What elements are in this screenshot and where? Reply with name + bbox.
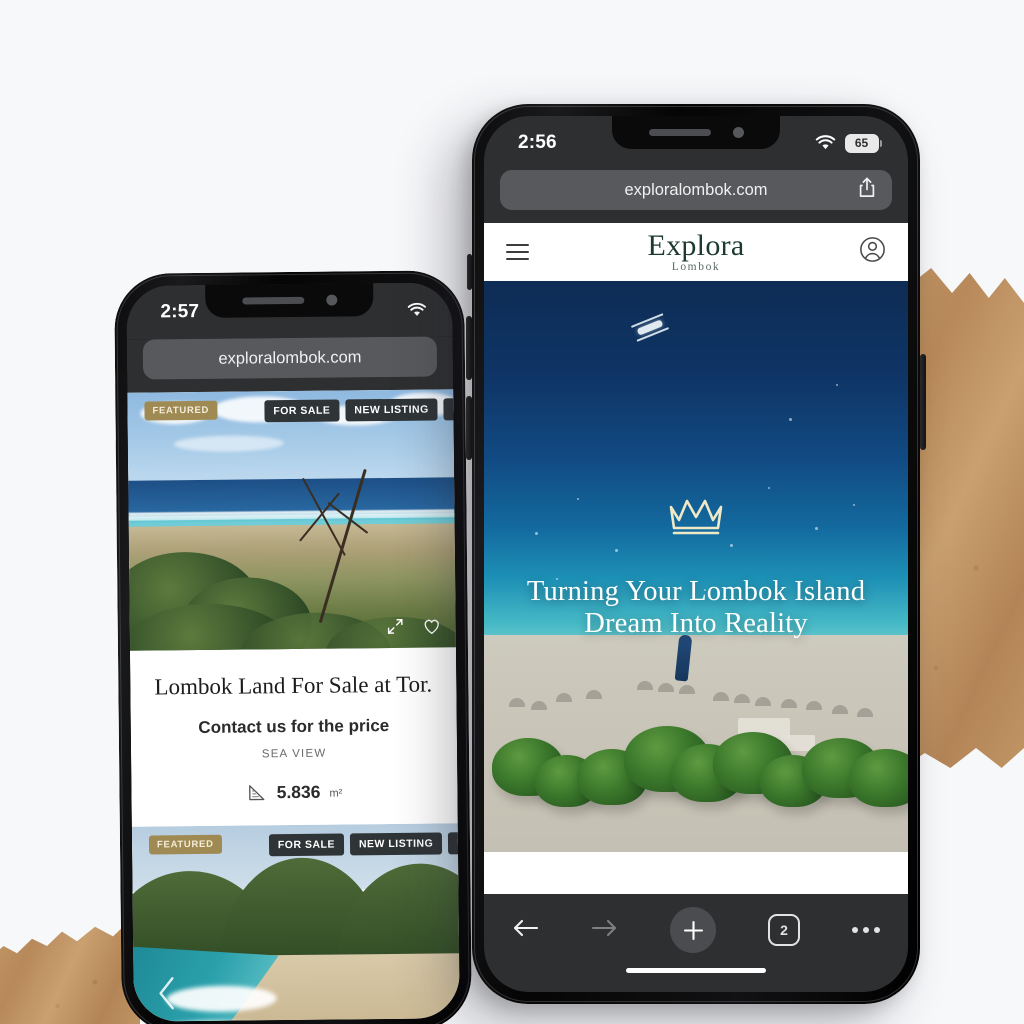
heart-icon[interactable] [422, 616, 442, 635]
listing-price: Contact us for the price [198, 715, 390, 737]
tag-new-listing: NEW LISTING [350, 832, 443, 855]
account-circle-icon [860, 237, 885, 262]
brand-name: Explora [647, 228, 745, 262]
front-phone-screen: 2:56 65 exploralombok.com Explora Lombok… [484, 116, 908, 992]
tag-for-sale: FOR SALE [264, 400, 339, 423]
back-address-bar[interactable]: exploralombok.com [143, 336, 437, 379]
listing-card[interactable]: FEATURED FOR SALE NEW LISTING HOT O [127, 389, 458, 826]
browser-back-button[interactable] [512, 917, 539, 944]
tag-new-listing: NEW LISTING [345, 398, 438, 421]
back-phone-device: 2:57 exploralombok.com FEATURED FOR SALE… [114, 270, 472, 1024]
crown-icon [666, 493, 726, 542]
front-notch [612, 116, 780, 149]
arrow-right-icon [591, 919, 617, 936]
more-options-button[interactable] [852, 927, 880, 933]
coastal-landscape-photo [127, 389, 456, 650]
tabs-count: 2 [780, 922, 788, 938]
volume-up-button[interactable] [111, 439, 117, 497]
tabs-button[interactable]: 2 [768, 914, 800, 946]
tag-hot-offer: HOT O [448, 832, 460, 855]
listing-card[interactable]: FEATURED FOR SALE NEW LISTING HOT O [132, 823, 460, 1021]
back-browser-urlbar-wrap: exploralombok.com [127, 336, 454, 392]
listing-image[interactable]: FEATURED FOR SALE NEW LISTING HOT O [132, 823, 460, 1021]
front-camera [326, 295, 337, 306]
carousel-prev-button[interactable] [153, 973, 179, 1018]
plus-icon [683, 920, 703, 940]
battery-level-text: 65 [854, 136, 869, 150]
hamburger-menu-icon[interactable] [506, 244, 529, 260]
volume-up-button[interactable] [466, 316, 472, 380]
back-status-time: 2:57 [160, 300, 200, 323]
new-tab-button[interactable] [670, 907, 716, 953]
brand-logo[interactable]: Explora Lombok [647, 228, 745, 274]
wifi-icon [815, 135, 835, 150]
listing-tag-row: FOR SALE NEW LISTING HOT O [264, 398, 456, 422]
more-dot [863, 927, 869, 933]
listing-tag-row: FOR SALE NEW LISTING HOT O [269, 832, 460, 856]
listing-image[interactable]: FEATURED FOR SALE NEW LISTING HOT O [127, 389, 456, 650]
front-phone-device: 2:56 65 exploralombok.com Explora Lombok… [466, 104, 926, 1004]
listing-details: Lombok Land For Sale at Tor. Contact us … [130, 647, 458, 826]
mute-switch[interactable] [467, 254, 472, 290]
back-status-indicators [407, 302, 426, 317]
front-status-indicators: 65 [815, 133, 882, 153]
torn-kraft-paper-bottom-left [0, 922, 140, 1024]
arrow-left-icon [513, 919, 539, 936]
expand-arrows-icon[interactable] [386, 617, 405, 636]
listing-area-unit: m² [329, 787, 343, 800]
more-dot [852, 927, 858, 933]
hero-overlay: Turning Your Lombok Island Dream Into Re… [484, 281, 908, 852]
chevron-left-icon [153, 973, 179, 1013]
share-button[interactable] [858, 177, 876, 204]
featured-badge: FEATURED [144, 401, 217, 421]
tag-for-sale: FOR SALE [269, 833, 344, 856]
more-dot [874, 927, 880, 933]
front-browser-urlbar-wrap: exploralombok.com [484, 170, 908, 223]
power-button[interactable] [920, 354, 926, 450]
home-indicator[interactable] [484, 966, 908, 992]
back-notch [205, 283, 373, 318]
front-url-text: exploralombok.com [624, 180, 768, 199]
listing-page: FEATURED FOR SALE NEW LISTING HOT O [127, 389, 460, 1021]
area-triangle-icon [247, 782, 268, 803]
browser-forward-button[interactable] [591, 917, 618, 944]
back-status-bar: 2:57 [126, 282, 453, 339]
featured-badge: FEATURED [149, 835, 222, 855]
front-camera [732, 127, 744, 138]
front-address-bar[interactable]: exploralombok.com [500, 170, 892, 210]
site-header: Explora Lombok [484, 223, 908, 281]
battery-icon: 65 [844, 133, 879, 153]
listing-subtitle: SEA VIEW [261, 747, 327, 761]
earpiece-speaker [242, 297, 304, 305]
share-icon [859, 177, 875, 197]
page-content-spacer [484, 852, 908, 894]
brand-subtitle: Lombok [671, 260, 721, 273]
front-status-bar: 2:56 65 [484, 116, 908, 170]
back-phone-screen: 2:57 exploralombok.com FEATURED FOR SALE… [126, 282, 460, 1021]
battery-indicator: 65 [844, 133, 882, 153]
safari-toolbar: 2 [484, 894, 908, 966]
listing-area: 5.836 m² [141, 780, 447, 804]
wifi-icon [407, 302, 426, 317]
tag-hot-offer: HOT O [444, 398, 456, 421]
account-button[interactable] [859, 236, 886, 268]
listing-title[interactable]: Lombok Land For Sale at Tor. [140, 671, 446, 700]
mute-switch[interactable] [111, 382, 115, 416]
listing-area-value: 5.836 [276, 781, 321, 803]
volume-down-button[interactable] [112, 512, 118, 570]
listing-image-actions [386, 616, 442, 636]
earpiece-speaker [648, 129, 711, 136]
front-status-time: 2:56 [518, 132, 557, 153]
volume-down-button[interactable] [466, 396, 472, 460]
back-url-text: exploralombok.com [218, 347, 362, 368]
hero-section: Turning Your Lombok Island Dream Into Re… [484, 281, 908, 852]
battery-cap [879, 139, 882, 147]
hero-headline: Turning Your Lombok Island Dream Into Re… [526, 575, 866, 639]
